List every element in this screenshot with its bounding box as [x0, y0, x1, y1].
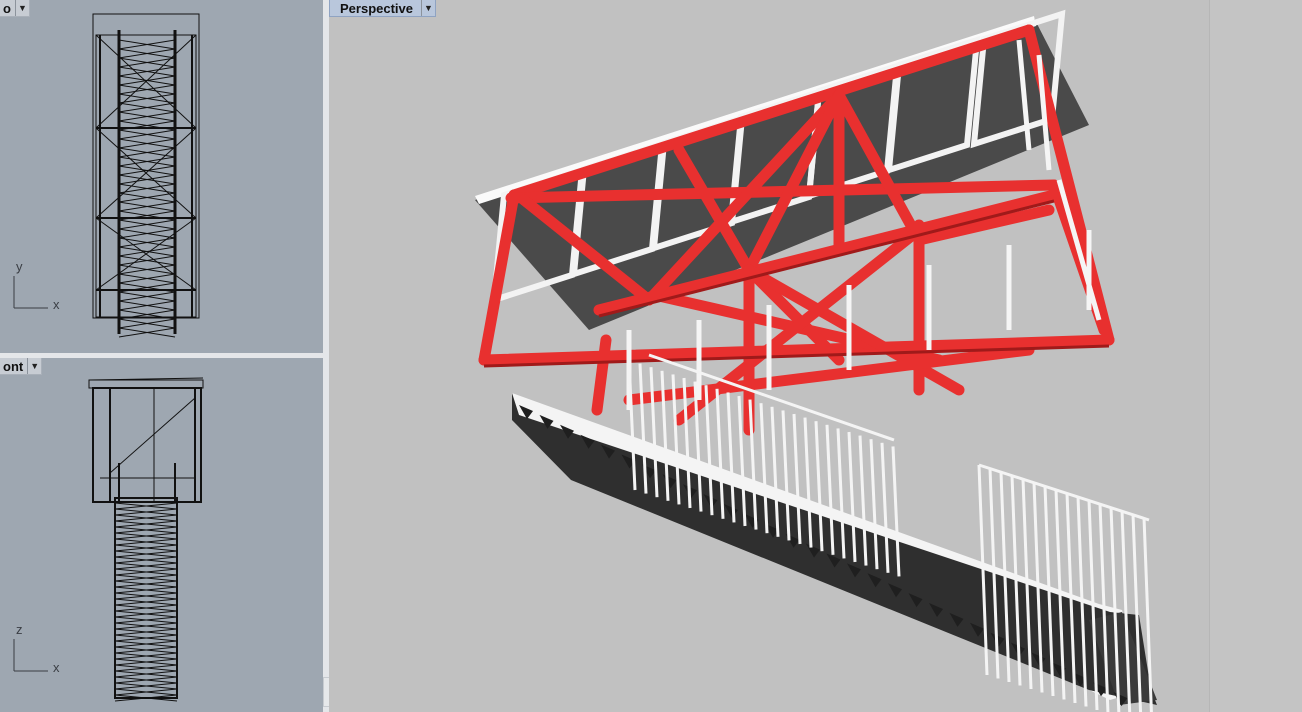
- front-axis-x-label: x: [53, 660, 60, 675]
- top-axis-y-label: y: [16, 259, 23, 274]
- top-viewport[interactable]: o ▼ x y: [0, 0, 323, 353]
- front-axis-z-label: z: [16, 622, 23, 637]
- front-view-wireframe: [13, 377, 204, 702]
- perspective-render: [475, 9, 1157, 712]
- front-viewport[interactable]: ont ▼ x z: [0, 358, 323, 712]
- perspective-viewport-dropdown-icon[interactable]: ▼: [421, 0, 435, 16]
- perspective-viewport[interactable]: Perspective ▼: [329, 0, 1209, 712]
- perspective-viewport-label: Perspective: [340, 0, 413, 16]
- perspective-viewport-tab[interactable]: Perspective ▼: [329, 0, 436, 17]
- right-panel: [1209, 0, 1302, 712]
- top-axis-x-label: x: [53, 297, 60, 312]
- top-view-wireframe: [13, 13, 200, 338]
